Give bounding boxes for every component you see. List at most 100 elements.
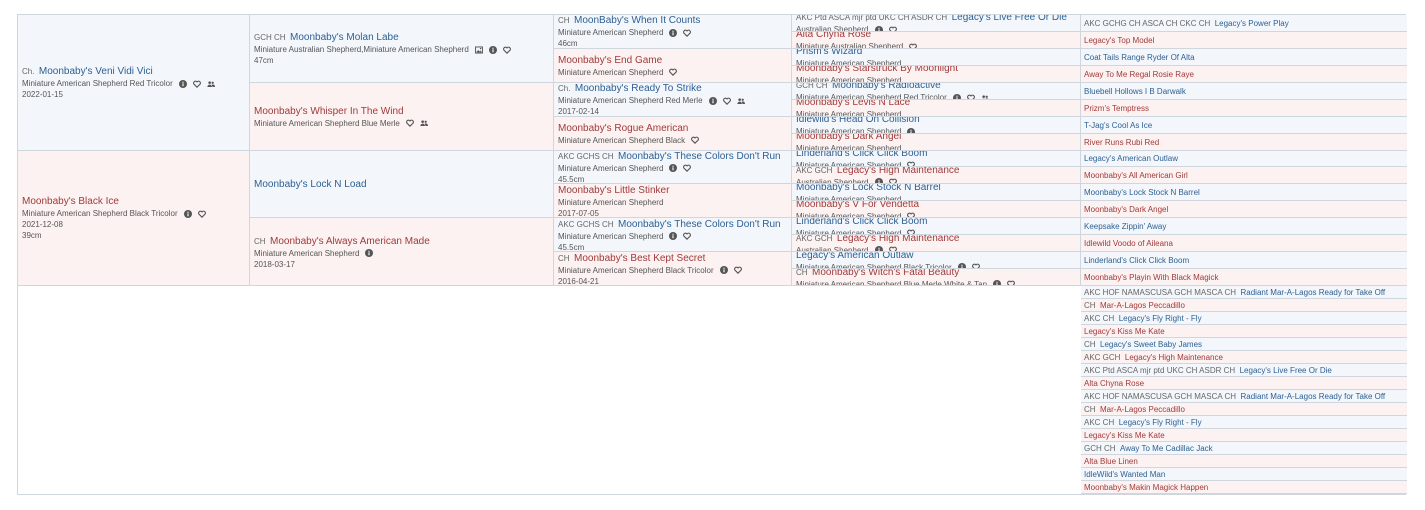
dog-name-link[interactable]: Moonbaby's Radioactive: [832, 83, 941, 91]
dog-icon-group: [178, 79, 221, 88]
dog-name-link[interactable]: Moonbaby's Little Stinker: [558, 185, 669, 196]
dog-name-link[interactable]: Moonbaby's Playin With Black Magick: [1084, 273, 1218, 282]
dog-name-link[interactable]: Moonbaby's These Colors Don't Run: [618, 219, 781, 230]
dog-name-link[interactable]: River Runs Rubi Red: [1084, 138, 1159, 147]
dog-name-link[interactable]: Moonbaby's Dark Angel: [796, 134, 901, 142]
heart-icon[interactable]: [197, 210, 206, 218]
sire-cell-gen2-6: AKC GCHS CH Moonbaby's These Colors Don'…: [554, 218, 792, 253]
info-icon[interactable]: [178, 79, 187, 88]
dog-name-link[interactable]: Legacy's American Outlaw: [1084, 154, 1178, 163]
dam-cell-gen4-29: Alta Blue Linen: [1081, 455, 1407, 468]
heart-icon[interactable]: [691, 136, 700, 145]
dog-name-link[interactable]: Radiant Mar-A-Lagos Ready for Take Off: [1240, 288, 1385, 297]
dog-name-link[interactable]: Moonbaby's Whisper In The Wind: [254, 106, 404, 117]
dog-breed-line: Miniature American Shepherd Red Tricolor: [22, 78, 245, 89]
dog-name-link[interactable]: Idlewild's Head On Collision: [796, 117, 920, 125]
dog-name-link[interactable]: Legacy's Fly Right - Fly: [1119, 418, 1202, 427]
dog-icon-group: [708, 96, 751, 105]
heart-icon[interactable]: [669, 68, 678, 77]
dog-name-link[interactable]: Moonbaby's Best Kept Secret: [574, 253, 705, 264]
dog-name-link[interactable]: IdleWild's Wanted Man: [1084, 470, 1165, 479]
info-icon[interactable]: [183, 209, 192, 218]
dog-name-link[interactable]: Legacy's Kiss Me Kate: [1084, 431, 1165, 440]
info-icon[interactable]: [708, 96, 717, 105]
heart-icon[interactable]: [683, 164, 692, 173]
dog-name-link[interactable]: T-Jag's Cool As Ice: [1084, 121, 1152, 130]
dog-name-link[interactable]: Legacy's High Maintenance: [837, 167, 960, 175]
dog-breed: Australian Shepherd: [796, 177, 869, 185]
dog-name-link[interactable]: Legacy's Sweet Baby James: [1100, 340, 1202, 349]
dog-name-link[interactable]: Alta Blue Linen: [1084, 457, 1138, 466]
dog-name-link[interactable]: Moonbaby's V For Vendetta: [796, 201, 919, 209]
heart-icon[interactable]: [405, 119, 414, 128]
people-icon[interactable]: [736, 97, 745, 105]
dog-name-link[interactable]: Moonbaby's Ready To Strike: [575, 83, 702, 94]
dog-name-link[interactable]: Legacy's Kiss Me Kate: [1084, 327, 1165, 336]
dog-name-link[interactable]: Moonbaby's Starstruck By Moonlight: [796, 66, 958, 74]
dog-name-link[interactable]: Away To Me Cadillac Jack: [1120, 444, 1213, 453]
dog-name-link[interactable]: Legacy's Live Free Or Die: [1240, 366, 1332, 375]
sire-cell-gen4-14: Linderland's Click Click Boom: [1081, 252, 1407, 270]
dog-name-link[interactable]: Prizm's Temptress: [1084, 104, 1149, 113]
dog-name-link[interactable]: Alta Chyna Rose: [1084, 379, 1144, 388]
info-icon[interactable]: [669, 164, 678, 173]
dog-name-link[interactable]: Legacy's Power Play: [1215, 19, 1289, 28]
dog-name-link[interactable]: Moonbaby's Lock N Load: [254, 179, 367, 190]
dog-name-link[interactable]: Moonbaby's All American Girl: [1084, 171, 1188, 180]
dog-name-link[interactable]: Mar-A-Lagos Peccadillo: [1100, 405, 1185, 414]
dog-name-link[interactable]: Linderland's Click Click Boom: [796, 151, 927, 159]
heart-icon[interactable]: [192, 80, 201, 88]
dog-breed-line: Miniature American Shepherd: [558, 197, 787, 208]
info-icon[interactable]: [365, 249, 374, 258]
dog-name-link[interactable]: Moonbaby's Levis N Lace: [796, 100, 910, 108]
heart-icon[interactable]: [733, 266, 742, 275]
heart-icon[interactable]: [1007, 280, 1016, 286]
dog-name-link[interactable]: Radiant Mar-A-Lagos Ready for Take Off: [1240, 392, 1385, 401]
heart-icon[interactable]: [683, 29, 692, 37]
dog-name-link[interactable]: Away To Me Regal Rosie Raye: [1084, 70, 1194, 79]
dog-name-link[interactable]: Moonbaby's Lock Stock N Barrel: [1084, 188, 1200, 197]
dam-cell-gen3-5: Moonbaby's Levis N Lace Miniature America…: [792, 99, 1081, 117]
dog-name-link[interactable]: Legacy's American Outlaw: [796, 252, 914, 260]
dog-name-link[interactable]: Moonbaby's Witch's Fatal Beauty: [812, 269, 959, 277]
dog-title-line: AKC HOF NAMASCUSA GCH MASCA CH Radiant M…: [1084, 390, 1403, 402]
dog-name-link[interactable]: Keepsake Zippin' Away: [1084, 222, 1166, 231]
dog-name-link[interactable]: Moonbaby's Veni Vidi Vici: [39, 66, 153, 77]
dog-name-link[interactable]: Moonbaby's Dark Angel: [1084, 205, 1168, 214]
dog-title-line: Keepsake Zippin' Away: [1084, 220, 1403, 232]
dog-name-link[interactable]: Coat Tails Range Ryder Of Alta: [1084, 53, 1195, 62]
info-icon[interactable]: [719, 266, 728, 275]
dog-name-link[interactable]: Moonbaby's End Game: [558, 55, 662, 66]
info-icon[interactable]: [669, 232, 678, 241]
image-icon[interactable]: [474, 46, 483, 54]
info-icon[interactable]: [669, 28, 678, 37]
info-icon[interactable]: [488, 45, 497, 54]
dog-name-link[interactable]: Legacy's Live Free Or Die: [952, 15, 1067, 23]
dog-name-link[interactable]: MoonBaby's When It Counts: [574, 15, 700, 26]
dog-name-link[interactable]: Legacy's Fly Right - Fly: [1119, 314, 1202, 323]
dog-name-link[interactable]: Alta Chyna Rose: [796, 32, 871, 40]
dog-name-link[interactable]: Legacy's High Maintenance: [1125, 353, 1223, 362]
dog-name-link[interactable]: Prism's Wizard: [796, 49, 862, 57]
dog-title-line: Legacy's Kiss Me Kate: [1084, 325, 1403, 337]
heart-icon[interactable]: [502, 46, 511, 54]
dog-name-link[interactable]: Moonbaby's Black Ice: [22, 196, 119, 207]
dog-name-link[interactable]: Mar-A-Lagos Peccadillo: [1100, 301, 1185, 310]
heart-icon[interactable]: [722, 97, 731, 105]
dog-name-link[interactable]: Bluebell Hollows I B Darwalk: [1084, 87, 1186, 96]
dog-name-link[interactable]: Idlewild Voodo of Aileana: [1084, 239, 1173, 248]
heart-icon[interactable]: [683, 232, 692, 241]
dog-name-link[interactable]: Legacy's Top Model: [1084, 36, 1154, 45]
dog-name-link[interactable]: Moonbaby's These Colors Don't Run: [618, 151, 781, 162]
dog-name-link[interactable]: Moonbaby's Makin Magick Happen: [1084, 483, 1208, 492]
dog-name-link[interactable]: Moonbaby's Always American Made: [270, 236, 430, 247]
dog-name-link[interactable]: Legacy's High Maintenance: [837, 235, 960, 243]
dog-name-link[interactable]: Moonbaby's Molan Labe: [290, 32, 399, 43]
dog-name-link[interactable]: Moonbaby's Rogue American: [558, 123, 688, 134]
people-icon[interactable]: [420, 119, 428, 127]
people-icon[interactable]: [207, 80, 215, 88]
dog-name-link[interactable]: Linderland's Click Click Boom: [796, 218, 927, 226]
dog-name-link[interactable]: Linderland's Click Click Boom: [1084, 256, 1189, 265]
info-icon[interactable]: [993, 280, 1002, 286]
dog-name-link[interactable]: Moonbaby's Lock Stock N Barrel: [796, 184, 941, 192]
